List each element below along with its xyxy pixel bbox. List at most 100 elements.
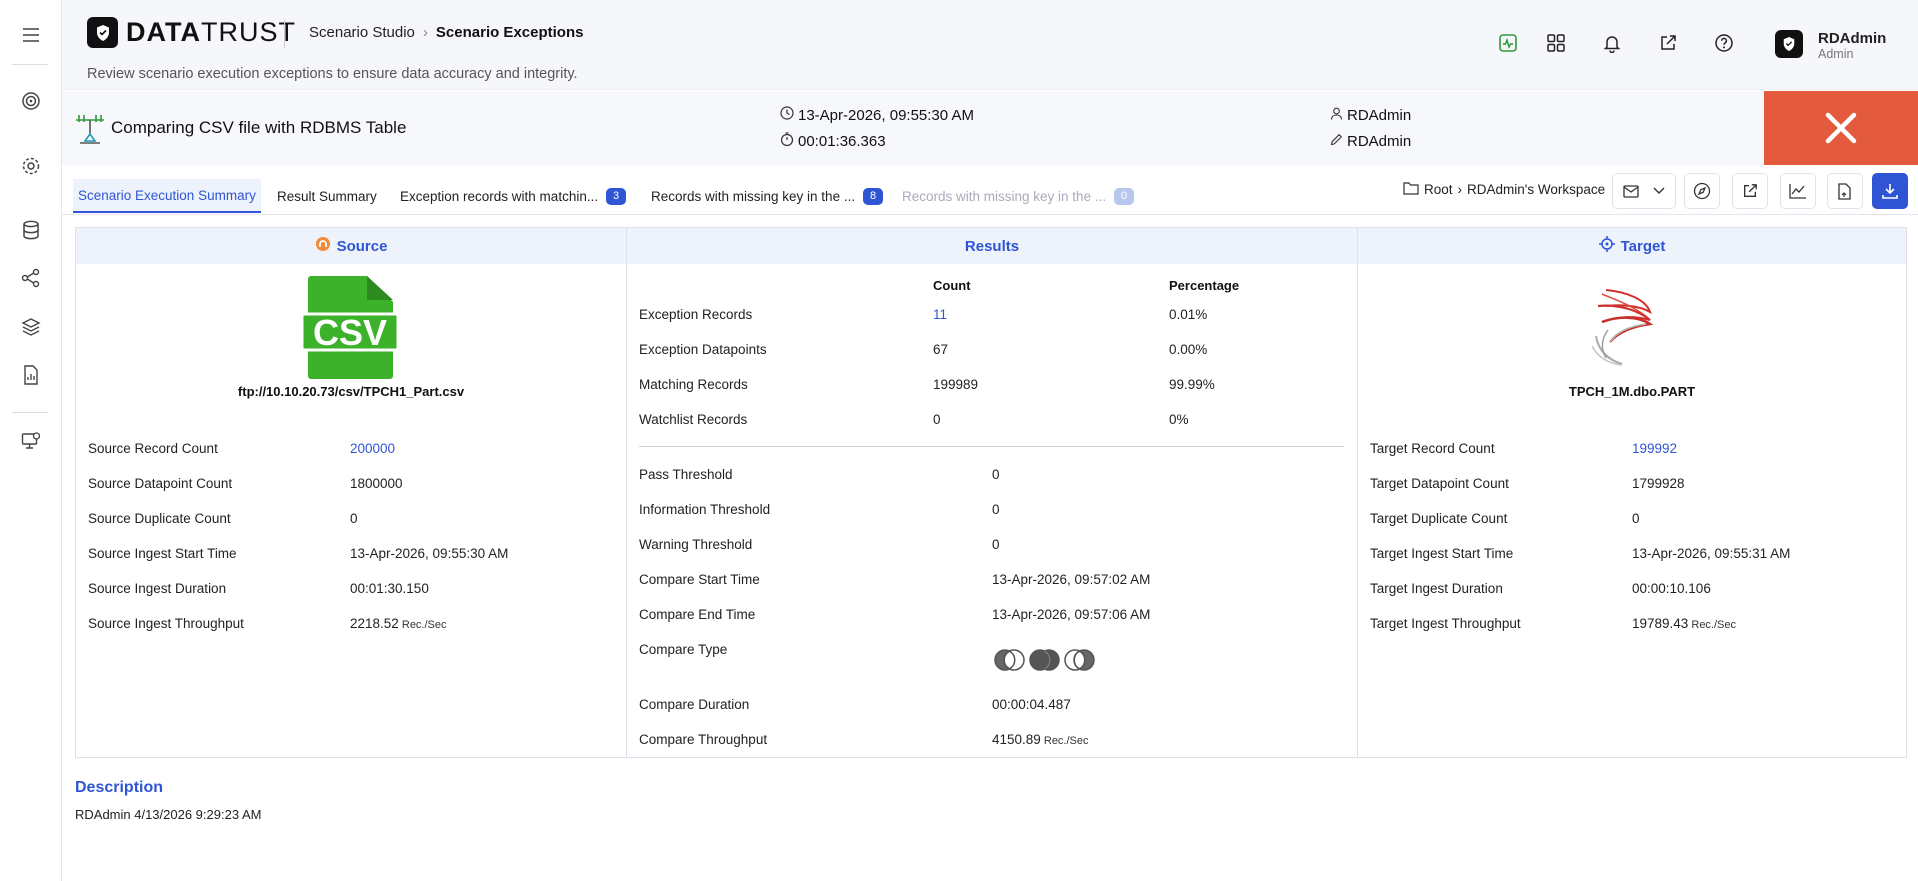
breadcrumb: Scenario Studio › Scenario Exceptions — [309, 24, 583, 41]
target-row-label: Target Ingest Duration — [1370, 581, 1503, 596]
source-row-value[interactable]: 200000 — [350, 441, 395, 456]
start-time: 13-Apr-2026, 09:55:30 AM — [780, 106, 974, 124]
unit-label: Rec./Sec — [398, 619, 447, 631]
detail-row-label: Compare Type — [639, 642, 728, 657]
bell-icon[interactable] — [1599, 30, 1625, 56]
target-icon[interactable] — [15, 85, 47, 117]
source-row-value: 2218.52 Rec./Sec — [350, 616, 447, 631]
detail-row-label: Compare Throughput — [639, 732, 768, 747]
target-row-value: 0 — [1632, 511, 1640, 526]
tab-missing-key-source[interactable]: Records with missing key in the ... 8 — [646, 179, 888, 213]
compass-button[interactable] — [1684, 173, 1720, 209]
monitor-settings-icon[interactable] — [15, 425, 47, 457]
source-row-value: 00:01:30.150 — [350, 581, 429, 596]
percentage-column-header: Percentage — [1169, 278, 1240, 293]
detail-row-label: Compare End Time — [639, 607, 756, 622]
source-row-value: 1800000 — [350, 476, 403, 491]
source-row-value: 0 — [350, 511, 358, 526]
tab-result-summary[interactable]: Result Summary — [272, 179, 382, 213]
unit-label: Rec./Sec — [1688, 619, 1736, 631]
pencil-icon — [1330, 133, 1343, 150]
source-heading: Source — [76, 228, 626, 264]
result-row-percentage: 0% — [1169, 412, 1189, 427]
count-badge: 8 — [863, 187, 884, 205]
target-row-label: Target Ingest Start Time — [1370, 546, 1514, 561]
compass-icon — [1693, 182, 1711, 200]
description-text: RDAdmin 4/13/2026 9:29:23 AM — [75, 807, 262, 822]
datatrust-logo[interactable]: DATATRUST — [87, 17, 296, 48]
external-link-icon — [1744, 184, 1757, 197]
app-header: DATATRUST Scenario Studio › Scenario Exc… — [62, 0, 1918, 90]
count-column-header: Count — [933, 278, 971, 293]
user-avatar[interactable] — [1775, 30, 1803, 58]
chevron-right-icon: › — [1457, 182, 1463, 197]
target-row-label: Target Ingest Throughput — [1370, 616, 1521, 631]
result-row-percentage: 99.99% — [1169, 377, 1215, 392]
line-chart-icon — [1789, 184, 1806, 199]
download-icon — [1882, 184, 1898, 199]
target-row-value: 19789.43 Rec./Sec — [1632, 616, 1736, 631]
compare-type-icons — [992, 647, 1102, 676]
detail-row-value: 0 — [992, 502, 1000, 517]
result-row-count: 199989 — [933, 377, 979, 392]
download-button[interactable] — [1872, 173, 1908, 209]
email-dropdown-button[interactable] — [1612, 173, 1676, 209]
close-button[interactable] — [1764, 91, 1918, 165]
open-external-button[interactable] — [1732, 173, 1768, 209]
shield-logo-icon — [87, 17, 118, 48]
logo-wordmark: DATATRUST — [126, 17, 296, 47]
detail-row-label: Compare Duration — [639, 697, 750, 712]
breadcrumb-scenario-studio[interactable]: Scenario Studio — [309, 24, 415, 41]
result-row-count: 67 — [933, 342, 949, 357]
trend-chart-button[interactable] — [1780, 173, 1816, 209]
breadcrumb-current: Scenario Exceptions — [435, 24, 584, 41]
result-row-label: Watchlist Records — [639, 412, 748, 427]
activity-icon[interactable] — [1495, 30, 1521, 56]
user-icon — [1330, 107, 1343, 124]
database-icon[interactable] — [15, 214, 47, 246]
rail-divider — [12, 64, 48, 65]
target-row-value[interactable]: 199992 — [1632, 441, 1677, 456]
target-row-label: Target Record Count — [1370, 441, 1495, 456]
folder-icon — [1403, 181, 1419, 198]
file-export-icon — [1838, 182, 1851, 200]
export-file-button[interactable] — [1827, 173, 1863, 209]
scenario-title: Comparing CSV file with RDBMS Table — [111, 118, 407, 137]
target-row-value: 1799928 — [1632, 476, 1685, 491]
crosshair-icon — [1598, 236, 1615, 256]
result-row-count[interactable]: 11 — [933, 307, 947, 322]
target-row-value: 00:00:10.106 — [1632, 581, 1711, 596]
target-row-label: Target Datapoint Count — [1370, 476, 1509, 491]
left-rail — [0, 0, 62, 881]
external-link-icon[interactable] — [1655, 30, 1681, 56]
menu-icon[interactable] — [15, 19, 47, 51]
detail-row-value: 0 — [992, 537, 1000, 552]
tab-exception-records[interactable]: Exception records with matchin... 3 — [395, 179, 631, 213]
workspace-path[interactable]: Root › RDAdmin's Workspace — [1403, 181, 1605, 198]
apps-grid-icon[interactable] — [1543, 30, 1569, 56]
csv-file-icon: CSV — [300, 274, 400, 383]
tab-execution-summary[interactable]: Scenario Execution Summary — [73, 179, 261, 213]
detail-row-value: 00:00:04.487 — [992, 697, 1071, 712]
user-name[interactable]: RDAdmin — [1818, 30, 1886, 47]
layers-icon[interactable] — [15, 311, 47, 343]
settings-icon[interactable] — [15, 150, 47, 182]
help-icon[interactable] — [1711, 30, 1737, 56]
source-file-name: ftp://10.10.20.73/csv/TPCH1_Part.csv — [237, 384, 465, 399]
source-panel: Source CSV ftp://10.10.20.73/csv/TPCH1_P… — [76, 228, 626, 757]
description-heading: Description — [75, 779, 164, 796]
page-subtitle: Review scenario execution exceptions to … — [87, 66, 578, 82]
chevron-down-icon — [1653, 187, 1665, 194]
header-separator — [284, 20, 285, 48]
workflow-icon[interactable] — [15, 262, 47, 294]
venn-full-icon — [1029, 649, 1060, 671]
chevron-right-icon: › — [422, 24, 428, 41]
source-row-label: Source Record Count — [88, 441, 218, 456]
detail-row-label: Pass Threshold — [639, 467, 733, 482]
mail-icon — [1623, 184, 1639, 198]
results-separator — [639, 446, 1344, 447]
target-heading: Target — [1358, 228, 1906, 264]
run-duration: 00:01:36.363 — [780, 132, 886, 150]
rail-divider — [12, 412, 48, 413]
report-icon[interactable] — [15, 359, 47, 391]
